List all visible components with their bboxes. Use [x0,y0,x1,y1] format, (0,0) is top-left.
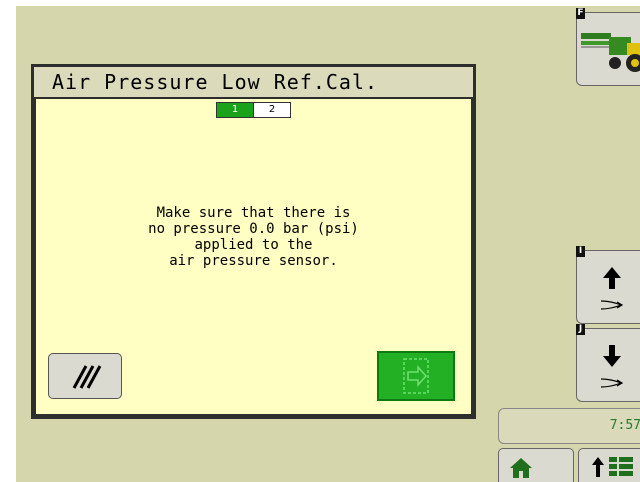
dialog-title: Air Pressure Low Ref.Cal. [34,67,473,97]
raise-button[interactable] [576,250,640,324]
sprayer-machine-icon [581,33,640,72]
next-page-icon [403,358,429,394]
machine-badge: F [576,8,585,19]
flow-curve-icon [600,378,624,388]
lower-badge: J [576,324,585,335]
lower-button[interactable] [576,328,640,402]
step-indicator: 1 2 [216,102,291,118]
layout-menu-button[interactable] [578,448,640,482]
flow-curve-icon [600,300,624,310]
instruction-message: Make sure that there is no pressure 0.0 … [148,205,359,269]
step-2: 2 [253,103,290,117]
raise-badge: I [576,246,585,257]
step-1: 1 [217,103,253,117]
calibration-dialog: Air Pressure Low Ref.Cal. 1 2 Make sure … [31,64,476,419]
machine-view-button[interactable] [576,12,640,86]
cancel-button[interactable] [48,353,122,399]
clock-display: 7:57 [498,408,640,444]
arrow-down-icon [603,345,621,367]
arrow-up-icon [603,267,621,289]
arrow-up-grid-icon [592,457,633,477]
next-step-button[interactable] [377,351,455,401]
home-button[interactable] [498,448,574,482]
home-icon [510,458,532,478]
dialog-body: 1 2 Make sure that there is no pressure … [36,99,471,414]
display-screen: Air Pressure Low Ref.Cal. 1 2 Make sure … [16,6,640,482]
cancel-slash-icon [72,365,102,389]
